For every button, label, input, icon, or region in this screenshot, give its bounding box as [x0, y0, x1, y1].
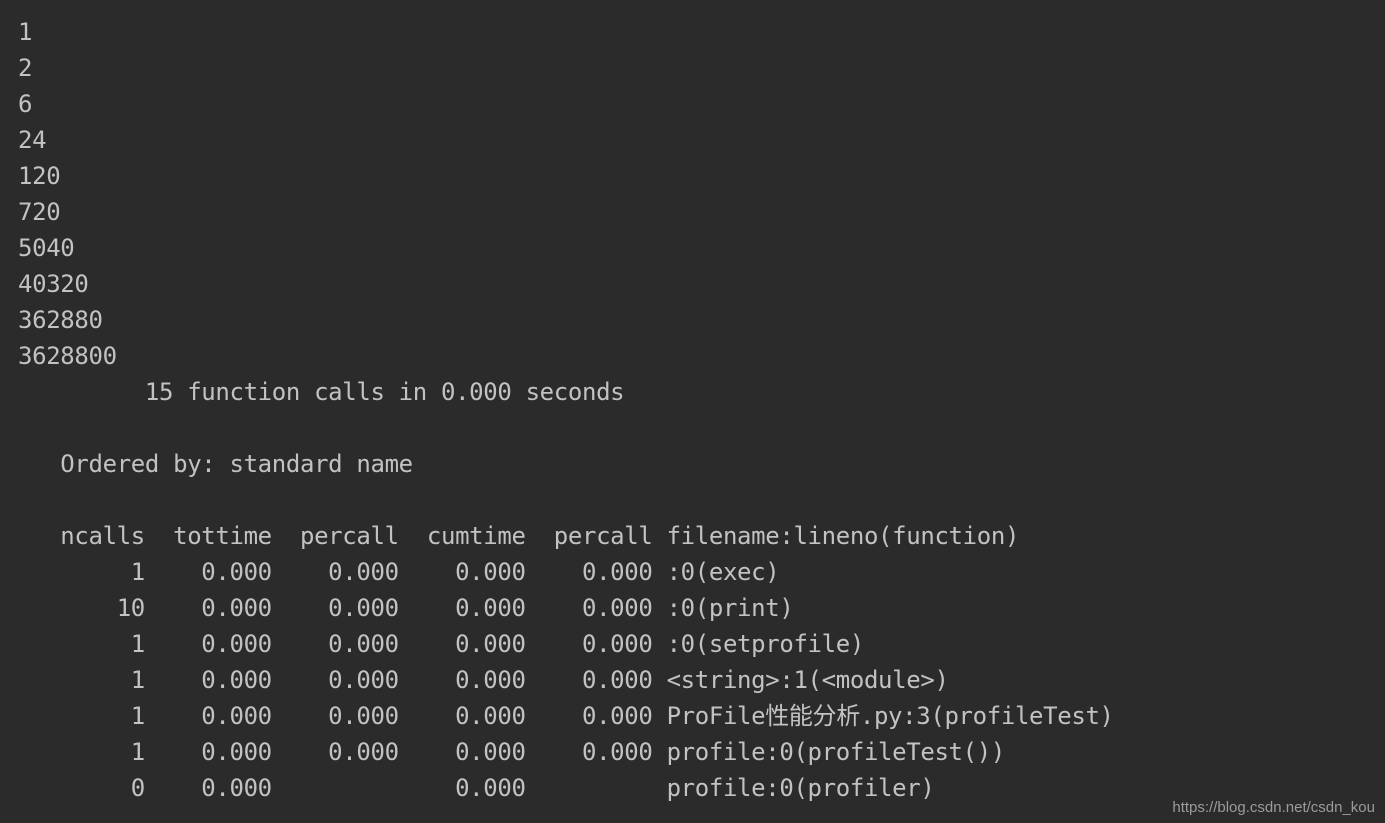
output-line: 24	[18, 126, 47, 154]
output-line: 3628800	[18, 342, 117, 370]
table-row: 1 0.000 0.000 0.000 0.000 :0(setprofile)	[18, 630, 865, 658]
terminal-window[interactable]: 1 2 6 24 120 720 5040 40320 362880 36288…	[0, 0, 1385, 823]
profile-table-header: ncalls tottime percall cumtime percall f…	[18, 522, 1020, 550]
output-line: 5040	[18, 234, 75, 262]
output-line: 120	[18, 162, 61, 190]
output-line: 6	[18, 90, 33, 118]
profile-summary-line: 15 function calls in 0.000 seconds	[18, 378, 625, 406]
profile-report-block: 15 function calls in 0.000 seconds Order…	[18, 374, 1385, 806]
factorial-output-block: 1 2 6 24 120 720 5040 40320 362880 36288…	[18, 14, 1385, 374]
profile-ordered-by-line: Ordered by: standard name	[18, 450, 413, 478]
table-row: 1 0.000 0.000 0.000 0.000 <string>:1(<mo…	[18, 666, 949, 694]
output-line: 40320	[18, 270, 89, 298]
table-row: 10 0.000 0.000 0.000 0.000 :0(print)	[18, 594, 794, 622]
table-row: 1 0.000 0.000 0.000 0.000 profile:0(prof…	[18, 738, 1006, 766]
output-line: 362880	[18, 306, 103, 334]
watermark-url: https://blog.csdn.net/csdn_kou	[1172, 799, 1375, 816]
output-line: 720	[18, 198, 61, 226]
table-row: 1 0.000 0.000 0.000 0.000 ProFile性能分析.py…	[18, 702, 1114, 730]
output-line: 1	[18, 18, 33, 46]
output-line: 2	[18, 54, 33, 82]
table-row: 1 0.000 0.000 0.000 0.000 :0(exec)	[18, 558, 780, 586]
